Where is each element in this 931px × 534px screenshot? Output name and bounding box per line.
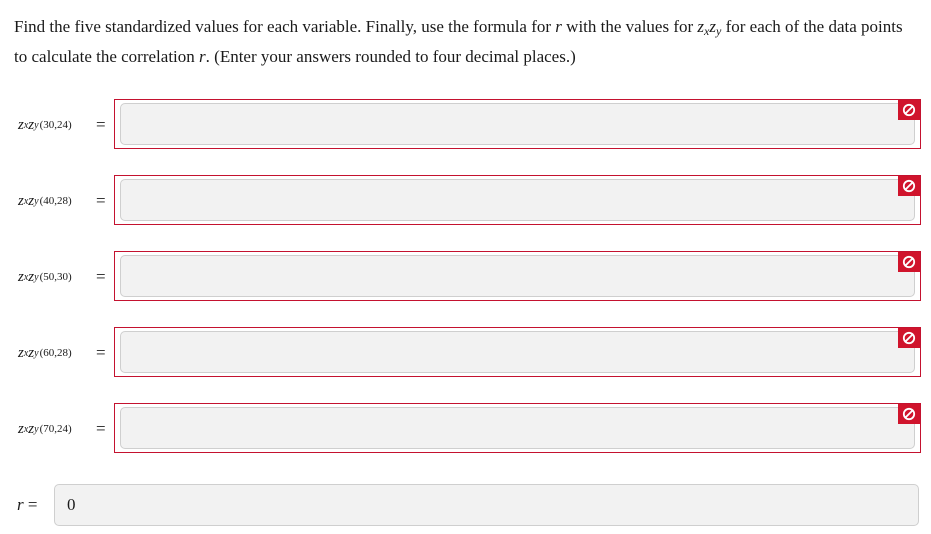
answer-row: z x z y (30,24) = bbox=[0, 99, 931, 151]
answer-frame bbox=[114, 327, 921, 377]
answer-row: z x z y (50,30) = bbox=[0, 251, 931, 303]
zxzy-label: z x z y (50,30) bbox=[18, 268, 72, 285]
r-symbol: r bbox=[555, 17, 562, 36]
r-symbol-2: r bbox=[199, 47, 206, 66]
answer-frame bbox=[114, 175, 921, 225]
answer-frame bbox=[114, 99, 921, 149]
answer-row: z x z y (60,28) = bbox=[0, 327, 931, 379]
zxzy-label: z x z y (40,28) bbox=[18, 192, 72, 209]
zxzy-input-5[interactable] bbox=[120, 407, 915, 449]
answer-frame bbox=[114, 251, 921, 301]
equals-sign: = bbox=[96, 343, 106, 362]
equals-sign: = bbox=[96, 267, 106, 286]
equals-sign: = bbox=[96, 419, 106, 438]
instructions-part1: Find the five standardized values for ea… bbox=[14, 17, 556, 36]
no-entry-icon bbox=[898, 328, 920, 348]
zxzy-label: z x z y (60,28) bbox=[18, 344, 72, 361]
no-entry-icon bbox=[898, 100, 920, 120]
zxzy-input-1[interactable] bbox=[120, 103, 915, 145]
answer-row: z x z y (70,24) = bbox=[0, 403, 931, 455]
instructions-part4: . (Enter your answers rounded to four de… bbox=[205, 47, 576, 66]
zxzy-symbol: zxzy bbox=[697, 17, 722, 38]
r-label: r = bbox=[17, 495, 38, 514]
instructions-text: Find the five standardized values for ea… bbox=[14, 12, 919, 72]
zxzy-input-4[interactable] bbox=[120, 331, 915, 373]
r-input[interactable] bbox=[54, 484, 919, 526]
no-entry-icon bbox=[898, 176, 920, 196]
equals-sign: = bbox=[96, 191, 106, 210]
no-entry-icon bbox=[898, 404, 920, 424]
answer-row: z x z y (40,28) = bbox=[0, 175, 931, 227]
zxzy-input-3[interactable] bbox=[120, 255, 915, 297]
equals-sign: = bbox=[96, 115, 106, 134]
r-answer-row: r = bbox=[0, 483, 931, 527]
no-entry-icon bbox=[898, 252, 920, 272]
zxzy-label: z x z y (30,24) bbox=[18, 116, 72, 133]
zxzy-label: z x z y (70,24) bbox=[18, 420, 72, 437]
instructions-part2: with the values for bbox=[561, 17, 698, 36]
zxzy-input-2[interactable] bbox=[120, 179, 915, 221]
answer-frame bbox=[114, 403, 921, 453]
